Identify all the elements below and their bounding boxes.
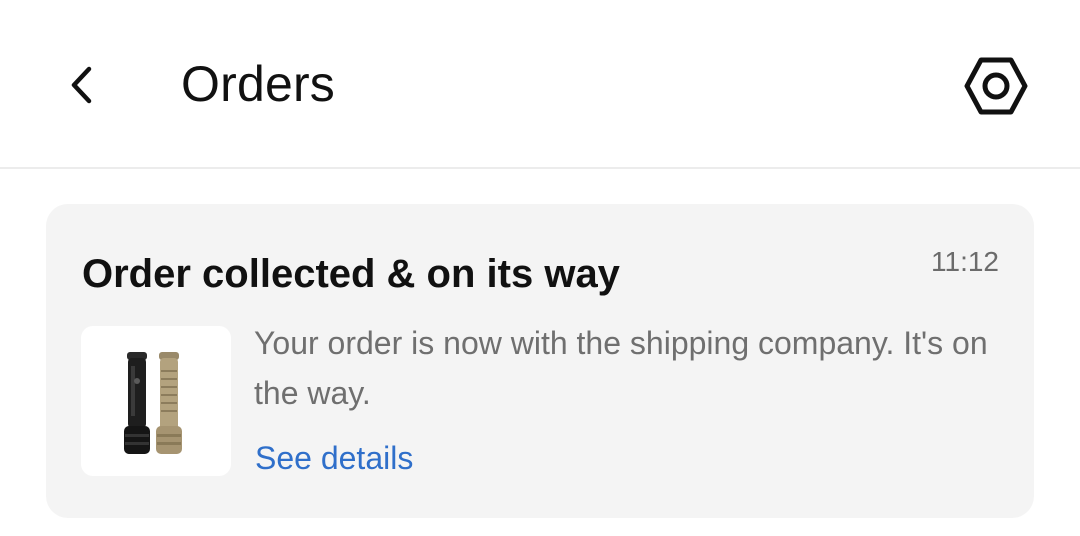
notification-message: Your order is now with the shipping comp…	[254, 325, 988, 411]
app-header: Orders	[0, 0, 1080, 169]
see-details-link[interactable]: See details	[255, 436, 413, 480]
page-title: Orders	[181, 56, 336, 112]
chevron-left-icon	[71, 66, 92, 104]
back-button[interactable]	[52, 55, 112, 115]
flashlight-product-image	[124, 352, 182, 454]
product-thumbnail[interactable]	[81, 326, 231, 476]
hexagon-settings-icon	[964, 57, 1028, 115]
notification-time: 11:12	[931, 246, 999, 277]
order-notification-card[interactable]: Order collected & on its way 11:12 Your …	[46, 204, 1034, 518]
notification-title: Order collected & on its way	[82, 252, 620, 296]
settings-button[interactable]	[956, 46, 1036, 126]
